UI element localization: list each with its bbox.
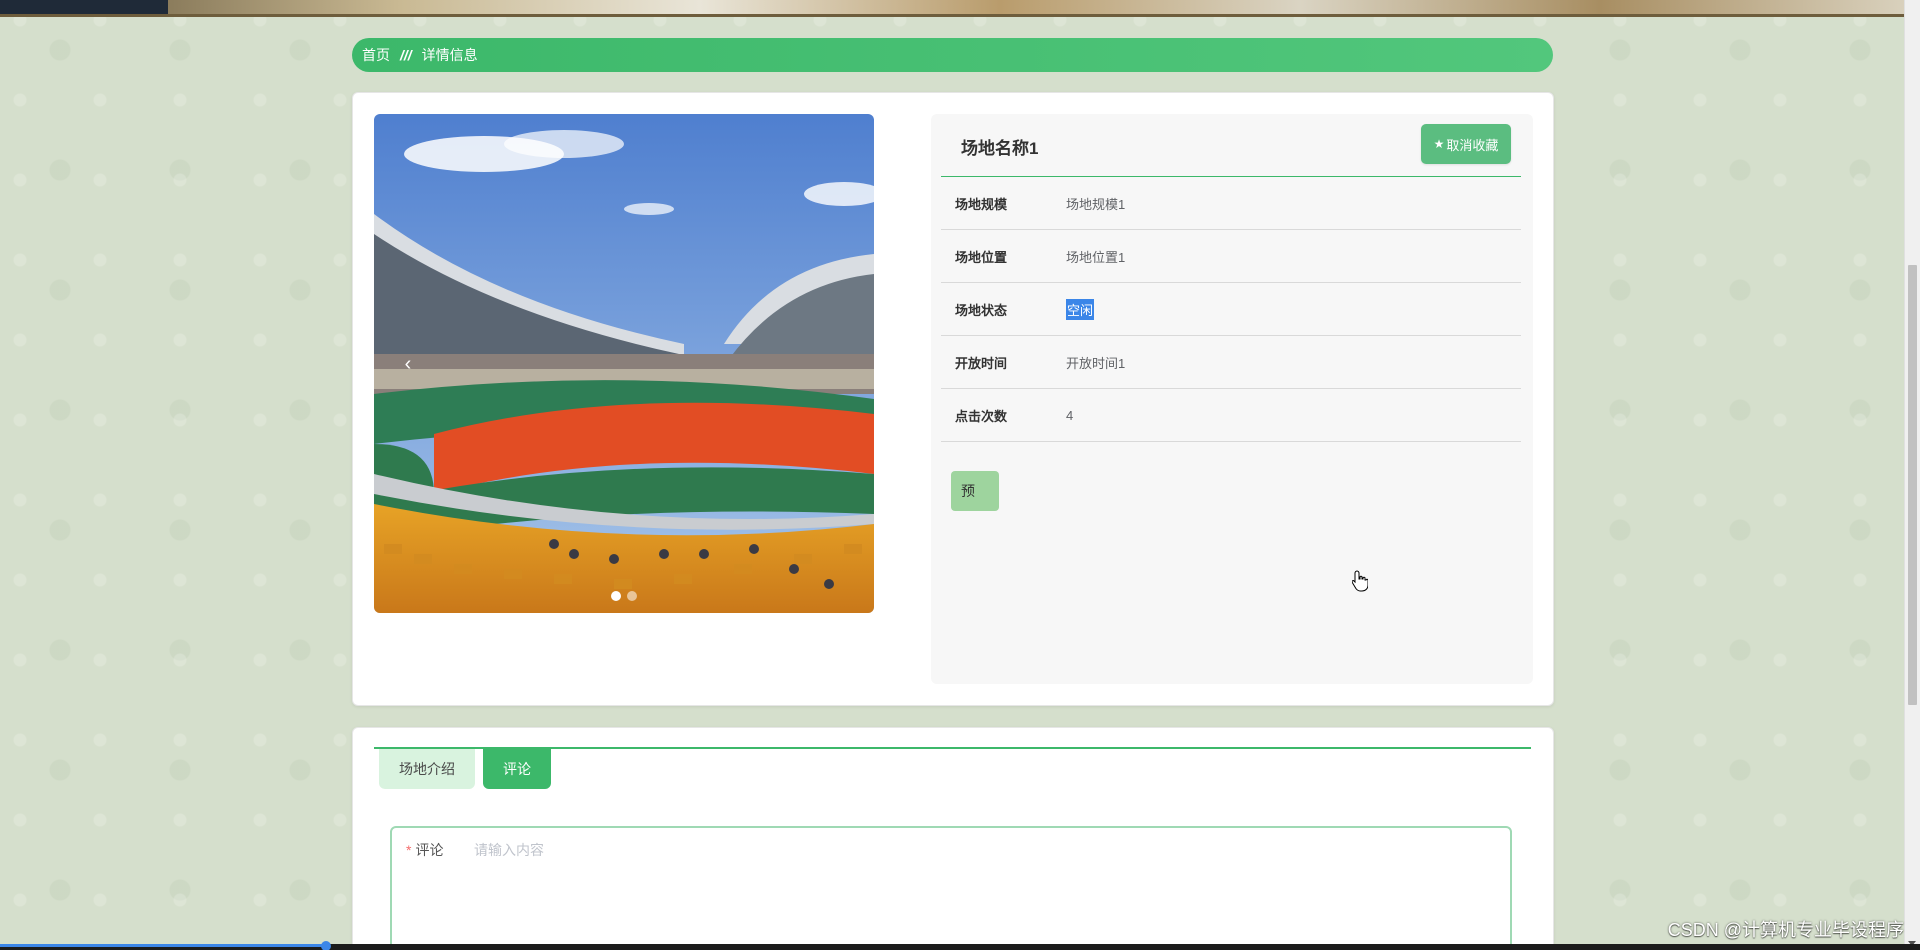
field-row-open-time: 开放时间 开放时间1 [941, 336, 1521, 389]
venue-info-panel: 场地名称1 ★ 取消收藏 场地规模 场地规模1 场地位置 场地位置1 场地状态 … [931, 114, 1533, 684]
field-label: 场地规模 [955, 196, 1008, 212]
venue-info-header: 场地名称1 ★ 取消收藏 [941, 114, 1521, 177]
video-progress-knob[interactable] [321, 941, 332, 950]
top-banner-image [0, 0, 1905, 17]
carousel-dot-1[interactable] [611, 591, 621, 601]
field-row-status: 场地状态 空闲 [941, 283, 1521, 336]
hand-cursor-icon [1352, 570, 1368, 592]
field-label: 场地位置 [955, 249, 1008, 265]
field-label: 场地状态 [955, 302, 1008, 318]
field-value: 开放时间1 [1066, 355, 1126, 371]
unfavorite-label: 取消收藏 [1446, 137, 1499, 153]
unfavorite-button[interactable]: ★ 取消收藏 [1421, 124, 1511, 164]
field-value: 4 [1066, 407, 1074, 423]
tab-venue-intro[interactable]: 场地介绍 [379, 749, 475, 789]
stadium-photo [374, 114, 874, 613]
comment-form: * 评论 [390, 826, 1512, 950]
venue-detail-card: ‹ 场地名称1 ★ 取消收藏 场地规模 场地规模1 场地位置 场地位置1 场地状… [352, 92, 1554, 706]
chevron-left-icon: ‹ [404, 352, 412, 375]
page-scrollbar[interactable] [1904, 0, 1920, 950]
venue-fields: 场地规模 场地规模1 场地位置 场地位置1 场地状态 空闲 开放时间 开放时间1… [941, 177, 1521, 442]
banner-strip [0, 14, 1905, 17]
book-button-label: 预 [961, 483, 975, 499]
video-progress-fill [0, 944, 327, 947]
carousel-dot-2[interactable] [627, 591, 637, 601]
status-value-selected: 空闲 [1066, 298, 1095, 320]
comment-label: * 评论 [406, 840, 443, 860]
carousel-prev-button[interactable]: ‹ [396, 352, 420, 376]
breadcrumb-current: 详情信息 [421, 47, 478, 63]
tab-label: 评论 [503, 761, 531, 777]
field-row-clicks: 点击次数 4 [941, 389, 1521, 442]
comment-label-text: 评论 [415, 842, 444, 858]
book-button[interactable]: 预 [951, 471, 999, 511]
venue-tabs-card: 场地介绍 评论 * 评论 [352, 727, 1554, 950]
field-value: 场地规模1 [1066, 196, 1126, 212]
field-value: 场地位置1 [1066, 249, 1126, 265]
tab-comments[interactable]: 评论 [483, 749, 551, 789]
field-label: 开放时间 [955, 355, 1008, 371]
field-row-location: 场地位置 场地位置1 [941, 230, 1521, 283]
breadcrumb: 首页 /// 详情信息 [352, 38, 1553, 72]
field-label: 点击次数 [955, 408, 1008, 424]
watermark: CSDN @计算机专业毕设程序 [1667, 920, 1904, 940]
venue-title: 场地名称1 [961, 139, 1039, 158]
scrollbar-thumb[interactable] [1908, 265, 1917, 705]
breadcrumb-separator: /// [400, 47, 412, 63]
field-row-scale: 场地规模 场地规模1 [941, 177, 1521, 230]
venue-image-carousel[interactable]: ‹ [374, 114, 874, 613]
tab-label: 场地介绍 [399, 761, 455, 777]
carousel-indicators [374, 591, 874, 601]
required-mark: * [406, 842, 412, 858]
star-icon: ★ [1433, 137, 1445, 151]
comment-input[interactable] [468, 834, 1500, 950]
breadcrumb-home-link[interactable]: 首页 [362, 45, 390, 65]
video-progress-bar[interactable] [0, 941, 1920, 950]
